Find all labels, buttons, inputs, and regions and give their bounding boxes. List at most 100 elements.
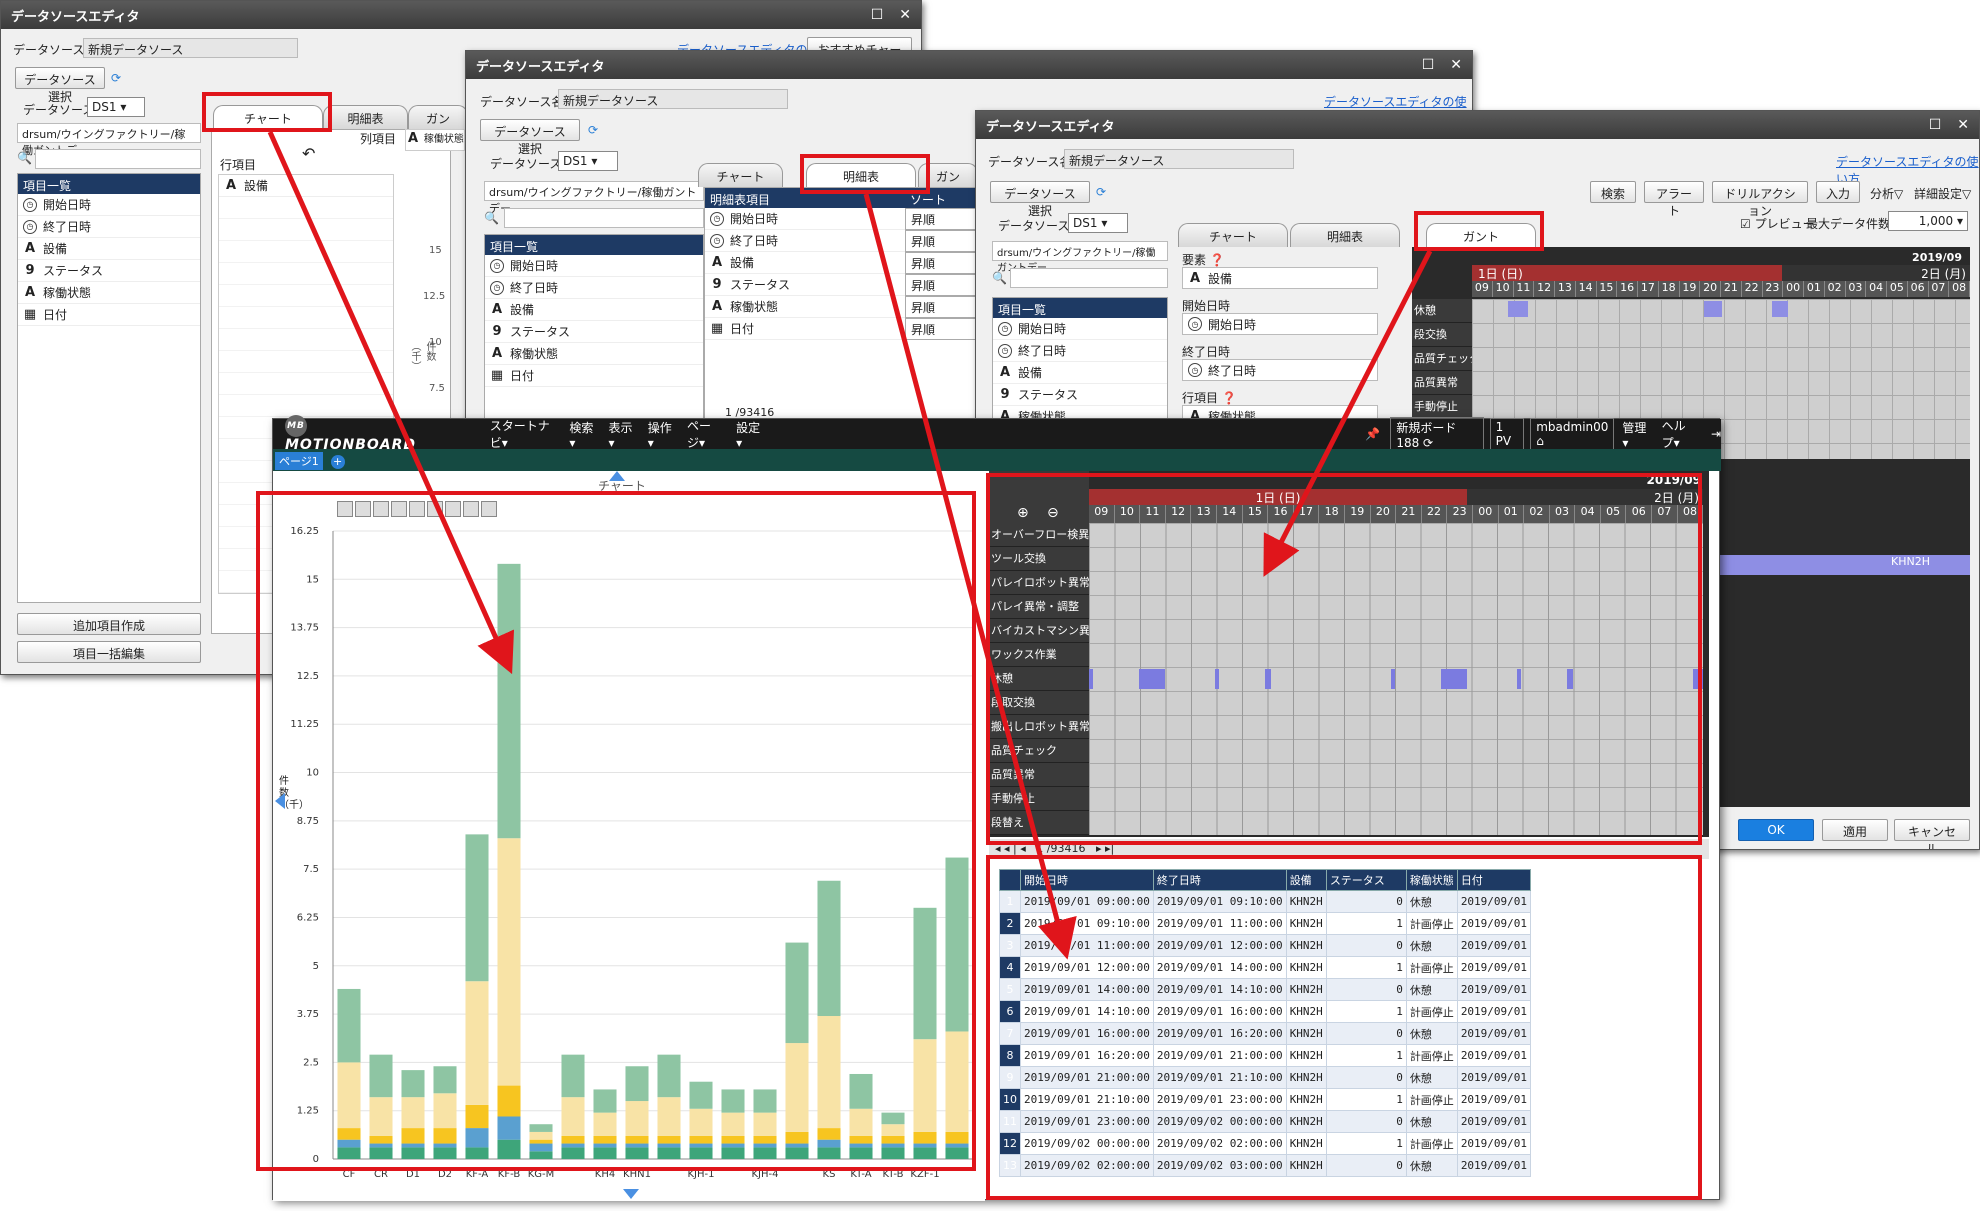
input-button[interactable]: 入力 <box>1816 181 1860 203</box>
tab-gantt[interactable]: ガン <box>918 163 978 187</box>
preview-checkbox[interactable]: ☑ プレビュー <box>1740 215 1815 232</box>
table-row[interactable]: 12 2019/09/02 00:00:00 2019/09/02 02:00:00… <box>999 1132 1532 1155</box>
max-count-select[interactable]: 1,000 ▾ <box>1888 211 1968 231</box>
collapse-down-icon[interactable] <box>623 1189 639 1199</box>
tab-detail[interactable]: 明細表 <box>1290 223 1400 247</box>
close-icon[interactable]: ✕ <box>1450 57 1462 73</box>
tab-chart[interactable]: チャート <box>1178 223 1288 247</box>
field-item[interactable]: ▦ 日付 <box>485 365 703 387</box>
zoom-out-icon[interactable]: ⊖ <box>1047 505 1059 521</box>
gantt-bar[interactable] <box>1517 669 1521 689</box>
gantt-bar[interactable] <box>1441 669 1467 689</box>
maximize-icon[interactable]: ☐ <box>1422 57 1435 73</box>
maximize-icon[interactable]: ☐ <box>1929 117 1942 133</box>
ok-button[interactable]: OK <box>1738 819 1814 841</box>
field-item[interactable]: 9 ステータス <box>993 384 1167 406</box>
table-row[interactable]: 11 2019/09/01 23:00:00 2019/09/02 00:00:00… <box>999 1110 1532 1133</box>
field-item[interactable]: ▦ 日付 <box>18 304 200 326</box>
table-row[interactable]: 3 2019/09/01 11:00:00 2019/09/01 12:00:00 K… <box>999 934 1532 957</box>
search-button[interactable]: 検索 <box>1590 181 1636 203</box>
menu-page[interactable]: ページ▾ <box>687 417 722 451</box>
field-item[interactable]: 9 ステータス <box>485 321 703 343</box>
field-item[interactable]: A 設備 <box>18 238 200 260</box>
analysis-menu[interactable]: 分析▽ <box>1870 185 1903 202</box>
apply-button[interactable]: 適用 <box>1822 819 1888 841</box>
search-icon[interactable]: 🔍 <box>992 271 1007 285</box>
tab-chart[interactable]: チャート <box>213 105 323 129</box>
field-item[interactable]: ◷ 開始日時 <box>993 318 1167 340</box>
field-item[interactable]: A 設備 <box>485 299 703 321</box>
ds-select[interactable]: DS1 ▾ <box>558 151 618 171</box>
field-search-input[interactable] <box>504 208 704 228</box>
field-item[interactable]: ◷ 開始日時 <box>485 255 703 277</box>
table-row[interactable]: 1 2019/09/01 09:00:00 2019/09/01 09:10:00 K… <box>999 890 1532 913</box>
maximize-icon[interactable]: ☐ <box>871 7 884 23</box>
menu-help[interactable]: ヘルプ▾ <box>1662 417 1697 451</box>
ds-select-button[interactable]: データソース選択 <box>990 181 1090 218</box>
field-search-input[interactable] <box>1010 268 1168 288</box>
gantt-bar[interactable] <box>1693 669 1703 689</box>
refresh-icon[interactable]: ⟳ <box>1096 185 1106 199</box>
zoom-in-icon[interactable]: ⊕ <box>1017 505 1029 521</box>
close-icon[interactable]: ✕ <box>1957 117 1969 133</box>
ds-select-button[interactable]: データソース選択 <box>480 119 580 156</box>
ds-name-input[interactable]: 新規データソース <box>1064 149 1294 169</box>
col-header[interactable]: 日付 <box>1456 869 1532 891</box>
pin-icon[interactable]: 📌 <box>1365 427 1380 441</box>
swap-icon[interactable]: ↶ <box>302 144 315 163</box>
field-search-input[interactable] <box>35 149 201 169</box>
gantt-bar[interactable] <box>1567 669 1573 689</box>
search-icon[interactable]: 🔍 <box>484 211 499 225</box>
ds-name-input[interactable]: 新規データソース <box>83 38 298 58</box>
col-header[interactable]: 終了日時 <box>1152 869 1287 891</box>
detail-setting-menu[interactable]: 詳細設定▽ <box>1914 185 1971 202</box>
table-row[interactable]: 8 2019/09/01 16:20:00 2019/09/01 21:00:00 K… <box>999 1044 1532 1067</box>
close-icon[interactable]: ✕ <box>899 7 911 23</box>
tab-gantt[interactable]: ガン <box>408 105 468 129</box>
tab-chart[interactable]: チャート <box>698 163 783 187</box>
gantt-bar[interactable] <box>1089 669 1093 689</box>
table-row[interactable]: 6 2019/09/01 14:10:00 2019/09/01 16:00:00 K… <box>999 1000 1532 1023</box>
table-row[interactable]: 7 2019/09/01 16:00:00 2019/09/01 16:20:00 K… <box>999 1022 1532 1045</box>
tab-detail[interactable]: 明細表 <box>323 105 408 129</box>
table-row[interactable]: 10 2019/09/01 21:10:00 2019/09/01 23:00:00… <box>999 1088 1532 1111</box>
table-row[interactable]: 2 2019/09/01 09:10:00 2019/09/01 11:00:00 K… <box>999 912 1532 935</box>
page-tab-1[interactable]: ページ1 <box>275 452 323 470</box>
menu-manage[interactable]: 管理▾ <box>1622 419 1647 450</box>
element-item[interactable]: A 設備 <box>1182 267 1378 289</box>
gantt-bar[interactable] <box>1391 669 1395 689</box>
collapse-up-icon[interactable] <box>609 471 625 481</box>
field-item[interactable]: 9 ステータス <box>18 260 200 282</box>
field-item[interactable]: ◷ 開始日時 <box>18 194 200 216</box>
col-header[interactable]: 設備 <box>1285 869 1327 891</box>
ds-select[interactable]: DS1 ▾ <box>1068 213 1128 233</box>
refresh-icon[interactable]: ⟳ <box>588 123 598 137</box>
col-header[interactable]: 稼働状態 <box>1405 869 1458 891</box>
gantt-bar[interactable] <box>1508 301 1528 317</box>
help-icon[interactable]: ❓ <box>1210 253 1225 267</box>
gantt-bar[interactable] <box>1704 301 1722 317</box>
field-item[interactable]: A 稼働状態 <box>485 343 703 365</box>
board-name[interactable]: 新規ボード188 ⟳ <box>1390 416 1484 452</box>
gantt-pager[interactable]: ◂ ◂ | ◂ 1 /93416 ▸ ▸| <box>989 839 1709 859</box>
ds-select-button[interactable]: データソース選択 <box>15 67 105 104</box>
row-field-item[interactable]: A 設備 <box>219 175 393 197</box>
ds-select[interactable]: DS1 ▾ <box>87 97 145 117</box>
col-header[interactable]: ステータス <box>1325 869 1407 891</box>
menu-search[interactable]: 検索▾ <box>569 419 594 450</box>
refresh-icon[interactable]: ⟳ <box>111 71 121 85</box>
field-item[interactable]: A 稼働状態 <box>18 282 200 304</box>
table-row[interactable]: 9 2019/09/01 21:00:00 2019/09/01 21:10:00 K… <box>999 1066 1532 1089</box>
col-field-item[interactable]: A 稼働状態 <box>405 129 465 151</box>
field-item[interactable]: ◷ 終了日時 <box>485 277 703 299</box>
end-item[interactable]: ◷ 終了日時 <box>1182 359 1378 381</box>
cancel-button[interactable]: キャンセル <box>1894 819 1970 849</box>
user-menu[interactable]: mbadmin00 ⌂ <box>1530 418 1615 450</box>
field-item[interactable]: A 設備 <box>993 362 1167 384</box>
gantt-bar[interactable] <box>1265 669 1271 689</box>
table-row[interactable]: 13 2019/09/02 02:00:00 2019/09/02 03:00:00… <box>999 1154 1532 1177</box>
col-header[interactable]: 開始日時 <box>1020 869 1154 891</box>
drill-action-button[interactable]: ドリルアクション <box>1712 181 1808 218</box>
menu-startnavi[interactable]: スタートナビ▾ <box>490 417 556 451</box>
ds-name-input[interactable]: 新規データソース <box>558 89 788 109</box>
